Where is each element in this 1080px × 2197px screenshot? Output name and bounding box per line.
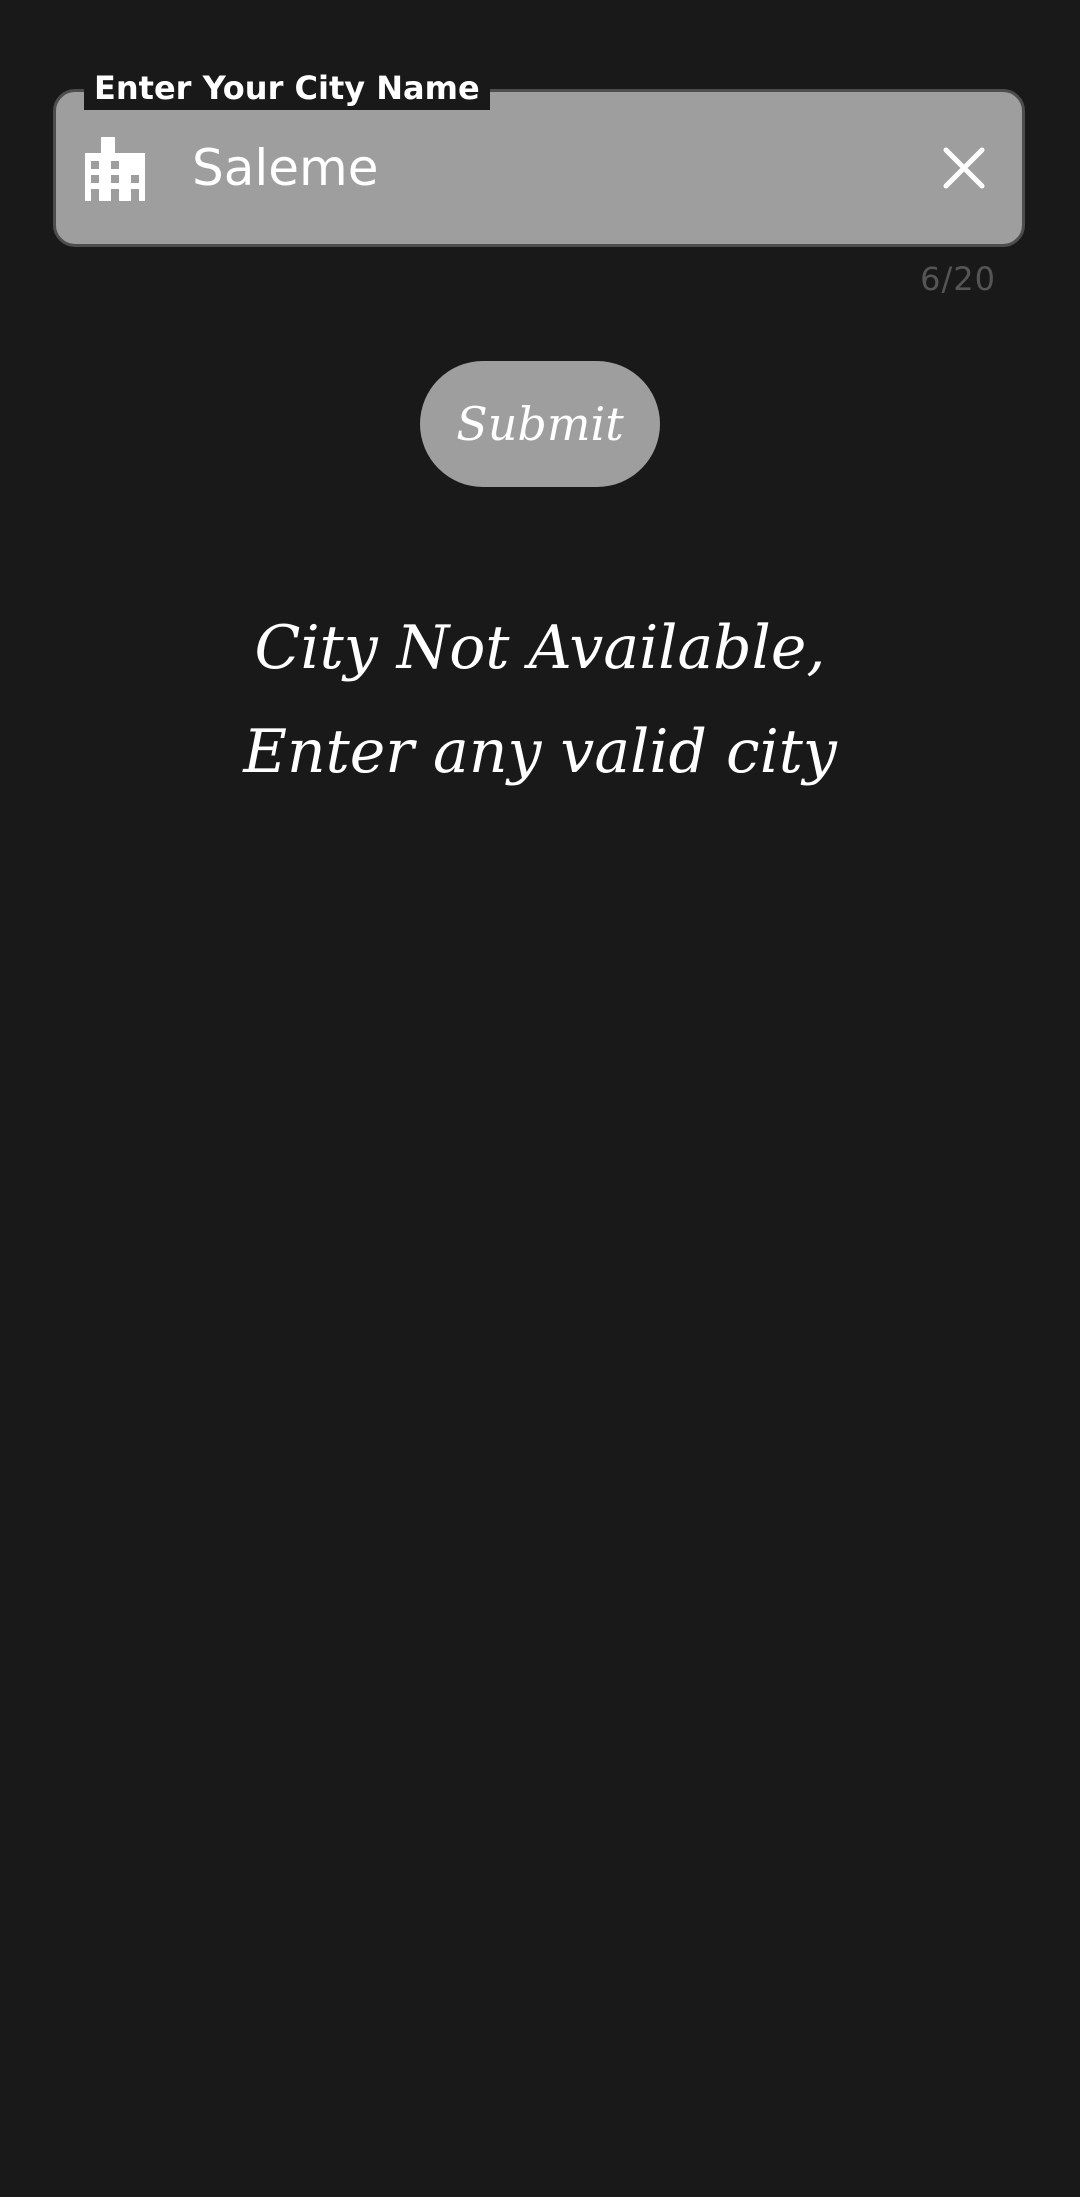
close-icon[interactable] xyxy=(942,146,986,190)
city-buildings-icon xyxy=(85,137,145,201)
submit-button[interactable]: Submit xyxy=(420,361,660,487)
error-message-line1: City Not Available, xyxy=(254,613,826,683)
character-counter: 6/20 xyxy=(920,260,996,298)
city-input-value[interactable]: Saleme xyxy=(192,92,379,244)
error-message-line2: Enter any valid city xyxy=(243,717,837,787)
city-input-field[interactable]: Saleme xyxy=(53,89,1025,247)
city-input-label: Enter Your City Name xyxy=(84,66,490,110)
